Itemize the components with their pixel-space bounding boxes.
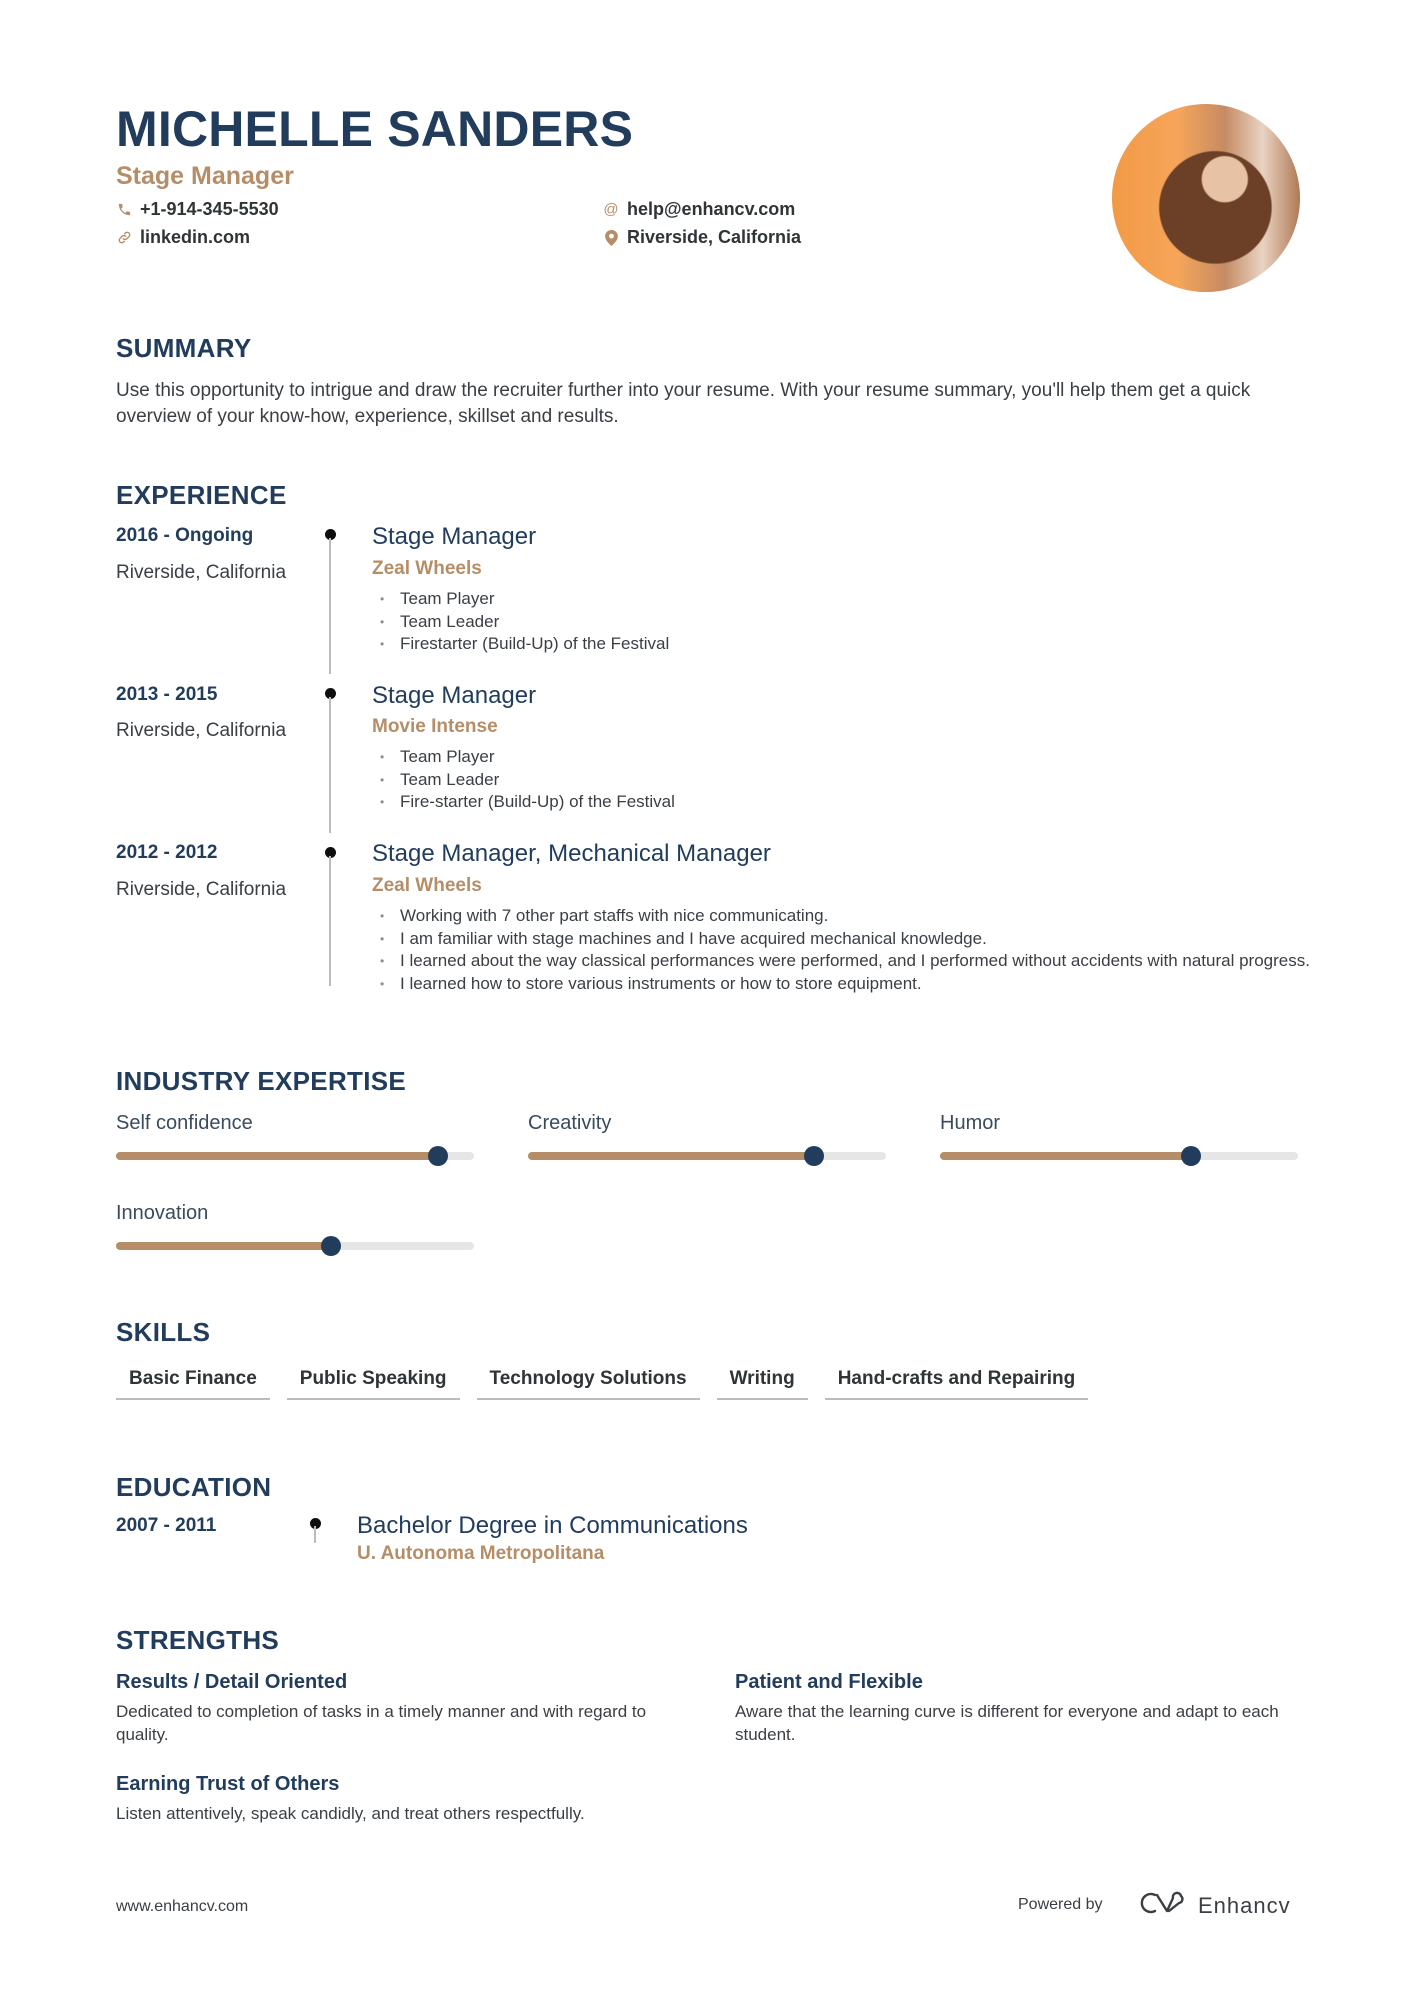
expertise-label: Creativity — [528, 1112, 612, 1134]
timeline-line — [329, 538, 331, 674]
bullet-item: I learned about the way classical perfor… — [380, 950, 1310, 973]
timeline-line — [314, 1526, 316, 1543]
bullet-item: I am familiar with stage machines and I … — [380, 928, 1310, 951]
phone-icon — [116, 202, 132, 218]
map-pin-icon — [603, 229, 619, 246]
bullet-item: I learned how to store various instrumen… — [380, 973, 1310, 996]
education-school: U. Autonoma Metropolitana — [357, 1543, 605, 1564]
expertise-thumb — [428, 1146, 449, 1166]
skill-tag: Hand-crafts and Repairing — [824, 1368, 1089, 1400]
at-icon: @ — [603, 201, 619, 218]
skills-list: Basic Finance Public Speaking Technology… — [116, 1368, 1089, 1400]
bullet-item: Team Leader — [380, 611, 1310, 634]
expertise-fill — [940, 1152, 1191, 1160]
experience-company: Zeal Wheels — [372, 558, 482, 579]
strength-title: Results / Detail Oriented — [116, 1671, 348, 1693]
contact-linkedin: linkedin.com — [116, 227, 250, 248]
experience-bullets: Team Player Team Leader Fire-starter (Bu… — [380, 746, 1310, 814]
skills-heading: SKILLS — [116, 1317, 211, 1347]
experience-dates: 2012 - 2012 — [116, 842, 218, 863]
education-heading: EDUCATION — [116, 1472, 272, 1502]
linkedin-value[interactable]: linkedin.com — [140, 227, 250, 248]
enhancv-logo[interactable]: Enhancv — [1138, 1890, 1291, 1921]
strength-description: Dedicated to completion of tasks in a ti… — [116, 1702, 647, 1744]
bullet-item: Firestarter (Build-Up) of the Festival — [380, 633, 1310, 656]
expertise-thumb — [1180, 1146, 1201, 1166]
expertise-label: Innovation — [116, 1202, 209, 1224]
expertise-label: Self confidence — [116, 1112, 253, 1134]
experience-dates: 2016 - Ongoing — [116, 525, 254, 546]
bullet-item: Team Player — [380, 588, 1310, 611]
summary-text: Use this opportunity to intrigue and dra… — [116, 380, 1251, 427]
skill-tag: Technology Solutions — [476, 1368, 700, 1400]
experience-dates: 2013 - 2015 — [116, 684, 218, 705]
candidate-role: Stage Manager — [116, 162, 294, 190]
contact-location: Riverside, California — [603, 227, 801, 248]
strength-title: Earning Trust of Others — [116, 1773, 340, 1795]
timeline-line — [329, 697, 331, 833]
skill-tag: Writing — [716, 1368, 808, 1400]
expertise-thumb — [320, 1236, 341, 1256]
experience-heading: EXPERIENCE — [116, 480, 287, 510]
experience-title: Stage Manager — [372, 682, 537, 709]
timeline-line — [329, 856, 331, 986]
expertise-slider — [116, 1146, 474, 1166]
education-dates: 2007 - 2011 — [116, 1515, 217, 1536]
skill-tag: Public Speaking — [286, 1368, 460, 1400]
location-value: Riverside, California — [627, 227, 802, 247]
experience-title: Stage Manager, Mechanical Manager — [372, 840, 771, 867]
bullet-item: Team Player — [380, 746, 1310, 769]
experience-bullets: Team Player Team Leader Firestarter (Bui… — [380, 588, 1310, 656]
experience-company: Zeal Wheels — [372, 875, 482, 896]
expertise-label: Humor — [940, 1112, 1001, 1134]
expertise-thumb — [804, 1146, 825, 1166]
candidate-name: MICHELLE SANDERS — [116, 101, 634, 157]
link-icon — [116, 230, 132, 246]
expertise-slider — [940, 1146, 1298, 1166]
experience-company: Movie Intense — [372, 716, 498, 737]
education-degree: Bachelor Degree in Communications — [357, 1512, 748, 1539]
expertise-slider — [116, 1236, 474, 1256]
email-value[interactable]: help@enhancv.com — [627, 199, 795, 220]
enhancv-logo-icon — [1138, 1890, 1186, 1921]
contact-phone: +1-914-345-5530 — [116, 199, 279, 220]
strengths-heading: STRENGTHS — [116, 1625, 280, 1655]
bullet-item: Fire-starter (Build-Up) of the Festival — [380, 791, 1310, 814]
experience-location: Riverside, California — [116, 720, 287, 741]
experience-location: Riverside, California — [116, 562, 287, 583]
experience-location: Riverside, California — [116, 879, 287, 900]
expertise-fill — [528, 1152, 815, 1160]
strength-description: Listen attentively, speak candidly, and … — [116, 1804, 585, 1823]
strength-description: Aware that the learning curve is differe… — [735, 1702, 1279, 1744]
expertise-fill — [116, 1152, 439, 1160]
summary-heading: SUMMARY — [116, 333, 252, 363]
bullet-item: Team Leader — [380, 769, 1310, 792]
contact-email: @ help@enhancv.com — [603, 199, 795, 220]
phone-value[interactable]: +1-914-345-5530 — [140, 199, 279, 220]
profile-photo — [1112, 104, 1300, 292]
industry-expertise-heading: INDUSTRY EXPERTISE — [116, 1066, 407, 1096]
bullet-item: Working with 7 other part staffs with ni… — [380, 905, 1310, 928]
enhancv-brand: Enhancv — [1198, 1892, 1291, 1918]
expertise-slider — [528, 1146, 886, 1166]
footer-powered-by: Powered by — [1018, 1896, 1103, 1913]
strength-title: Patient and Flexible — [735, 1671, 923, 1693]
skill-tag: Basic Finance — [116, 1368, 270, 1400]
footer-website[interactable]: www.enhancv.com — [116, 1898, 248, 1916]
expertise-fill — [116, 1242, 331, 1250]
experience-bullets: Working with 7 other part staffs with ni… — [380, 905, 1310, 995]
experience-title: Stage Manager — [372, 523, 537, 550]
